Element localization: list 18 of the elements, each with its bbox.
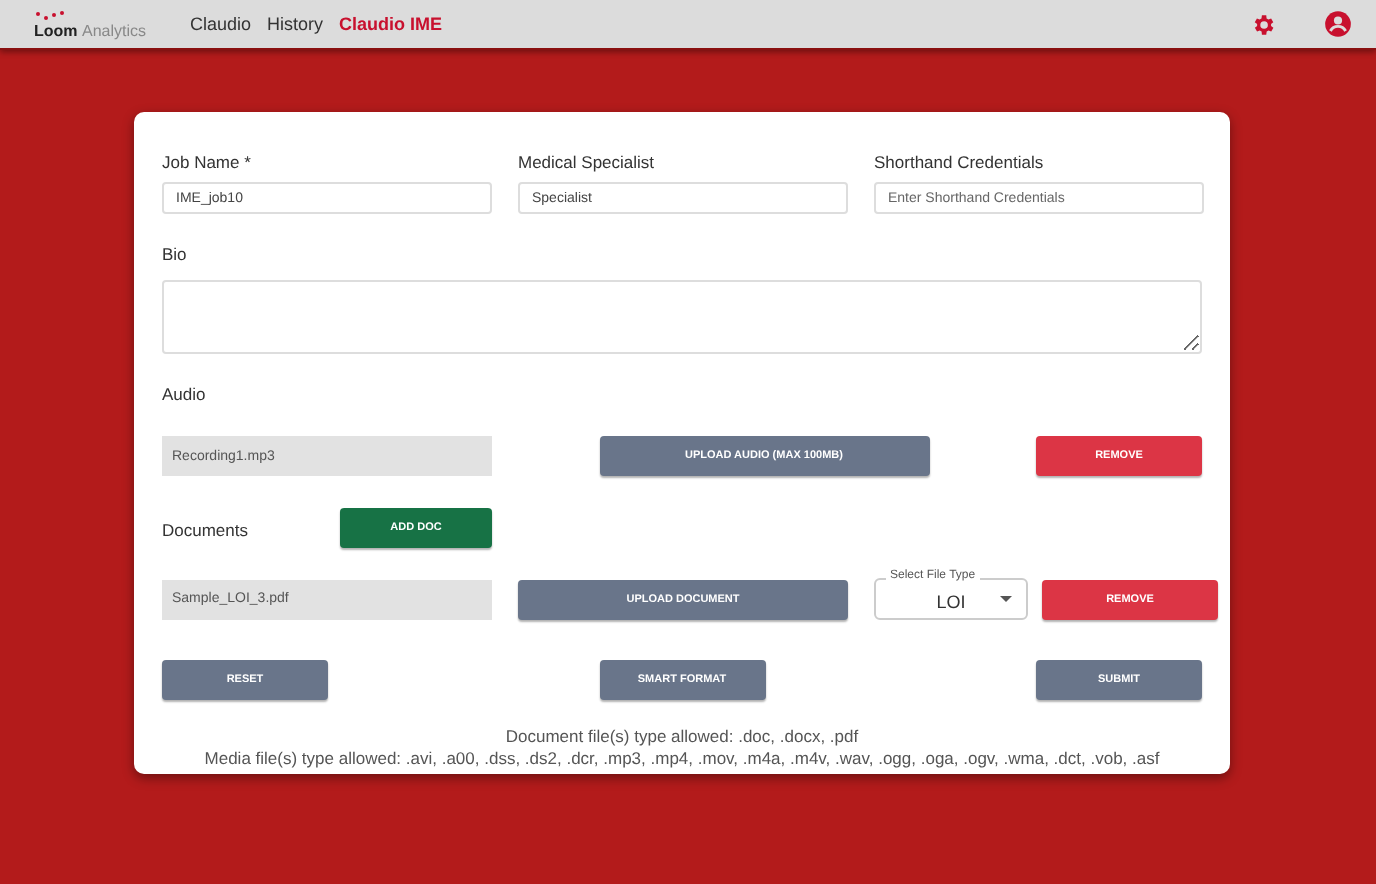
- field-label: Job Name *: [162, 152, 253, 172]
- field-label: Bio: [162, 244, 187, 264]
- nav-link[interactable]: Claudio: [190, 14, 252, 34]
- select-value: LOI: [936, 591, 966, 611]
- nav-link[interactable]: History: [267, 14, 324, 34]
- settings-icon[interactable]: [1250, 11, 1276, 37]
- allowed-types-note: Document file(s) type allowed: .doc, .docx, .pdf: [505, 726, 859, 746]
- section-label: Audio: [162, 384, 206, 404]
- allowed-types-note: Media file(s) type allowed: .avi, .a00, .dss, .ds2, .dcr, .mp3, .mp4, .mov, .m4a, .m4v, .wav, .ogg, .oga, .ogv, .wma, .dct, .vob, .asf: [204, 748, 1160, 768]
- section-label: Documents: [162, 520, 248, 540]
- dots-icon: [34, 9, 70, 21]
- field-label: Shorthand Credentials: [874, 152, 1046, 172]
- account-icon[interactable]: [1324, 10, 1352, 38]
- bio-field[interactable]: [162, 280, 1202, 354]
- nav-link[interactable]: Claudio IME: [339, 14, 443, 34]
- field-label: Medical Specialist: [518, 152, 657, 172]
- caret-icon: [1000, 596, 1012, 602]
- logo-text: Loom Analytics: [34, 21, 147, 39]
